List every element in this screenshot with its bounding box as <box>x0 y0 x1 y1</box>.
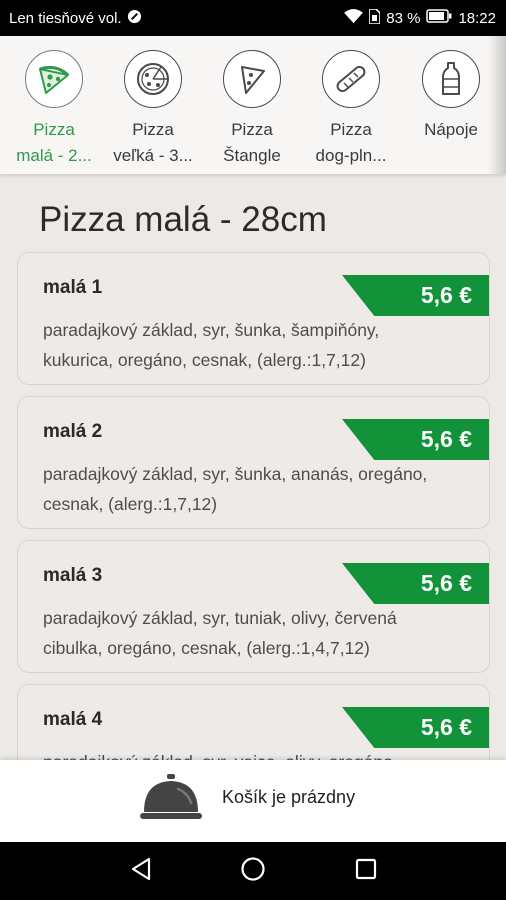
product-description: paradajkový základ, syr, vajce, olivy, o… <box>43 747 453 760</box>
product-name: malá 1 <box>43 277 103 298</box>
product-description: paradajkový základ, syr, tuniak, olivy, … <box>43 608 397 658</box>
cart-status: Košík je prázdny <box>222 787 356 807</box>
category-label: malá - 2... <box>16 146 92 165</box>
sim-card-icon <box>368 7 382 28</box>
category-label: Nápoje <box>424 120 478 139</box>
product-name: malá 3 <box>43 565 103 586</box>
whole-pizza-icon <box>124 50 182 108</box>
category-label: veľká - 3... <box>113 146 193 165</box>
sausage-icon <box>322 50 380 108</box>
category-label: Štangle <box>223 146 281 165</box>
product-name: malá 4 <box>43 709 103 730</box>
product-card[interactable]: malá 2 5,6 € paradajkový základ, syr, šu… <box>17 396 490 529</box>
home-circle-icon <box>240 856 266 887</box>
clock: 18:22 <box>458 9 496 27</box>
recents-square-icon <box>355 858 377 885</box>
category-pizza-stangle[interactable]: Pizza Štangle <box>204 50 300 169</box>
recents-button[interactable] <box>353 858 379 884</box>
cloche-icon <box>138 772 204 824</box>
price-badge: 5,6 € <box>342 419 489 460</box>
back-triangle-icon <box>130 857 152 886</box>
battery-percent: 83 % <box>386 9 421 27</box>
pizza-slice-icon <box>25 50 83 108</box>
category-bar[interactable]: Pizza malá - 2... Pizza veľká - 3... Piz… <box>0 36 506 174</box>
category-pizza-mala[interactable]: Pizza malá - 2... <box>6 50 102 169</box>
product-card[interactable]: malá 4 5,6 € paradajkový základ, syr, va… <box>17 684 490 760</box>
carrier-text: Len tiesňové vol. <box>9 9 122 27</box>
price-badge: 5,6 € <box>342 275 489 316</box>
product-card[interactable]: malá 1 5,6 € paradajkový základ, syr, šu… <box>17 252 490 385</box>
category-pizza-velka[interactable]: Pizza veľká - 3... <box>105 50 201 169</box>
price-badge: 5,6 € <box>342 563 489 604</box>
back-button[interactable] <box>128 857 154 886</box>
category-label: Pizza <box>231 120 273 139</box>
category-label: dog-pln... <box>315 146 387 165</box>
cart-bar[interactable]: Košík je prázdny <box>0 760 506 842</box>
status-bar: Len tiesňové vol. 83 % 18:22 <box>0 0 506 36</box>
home-button[interactable] <box>240 856 266 887</box>
category-napoje[interactable]: Nápoje <box>403 50 499 143</box>
category-label: Pizza <box>330 120 372 139</box>
system-nav-bar <box>0 842 506 900</box>
category-label: Pizza <box>132 120 174 139</box>
pizza-slice-outline-icon <box>223 50 281 108</box>
product-description: paradajkový základ, syr, šunka, šampiňón… <box>43 320 380 370</box>
category-pizza-dog[interactable]: Pizza dog-pln... <box>303 50 399 169</box>
bottle-icon <box>422 50 480 108</box>
price-badge: 5,6 € <box>342 707 489 748</box>
battery-icon <box>426 9 452 27</box>
blocked-sim-icon <box>127 9 142 28</box>
category-label: Pizza <box>33 120 75 139</box>
product-list[interactable]: Pizza malá - 28cm malá 1 5,6 € paradajko… <box>0 174 506 760</box>
scroll-fade <box>488 36 506 174</box>
product-name: malá 2 <box>43 421 103 442</box>
product-description: paradajkový základ, syr, šunka, ananás, … <box>43 464 428 514</box>
section-title: Pizza malá - 28cm <box>39 200 327 239</box>
product-card[interactable]: malá 3 5,6 € paradajkový základ, syr, tu… <box>17 540 490 673</box>
wifi-icon <box>344 8 364 28</box>
